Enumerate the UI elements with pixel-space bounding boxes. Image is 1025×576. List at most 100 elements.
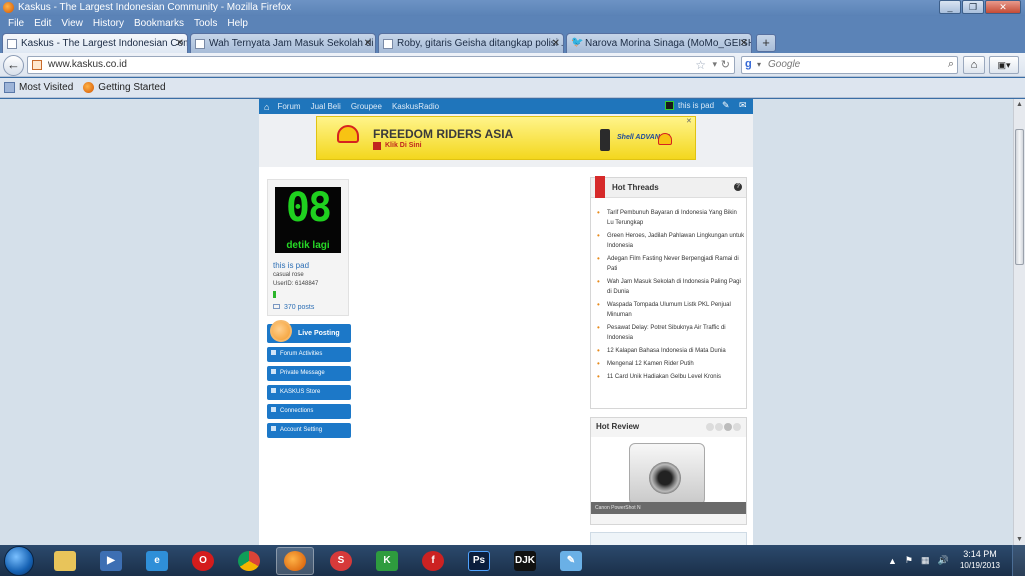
scroll-down-icon[interactable]: ▼ <box>1016 536 1023 543</box>
hot-thread-item[interactable]: Mengenal 12 Kamen Rider Putih <box>597 359 745 369</box>
home-icon[interactable]: ⌂ <box>264 102 269 112</box>
taskbar-chrome[interactable] <box>230 547 268 575</box>
taskbar-opera[interactable]: O <box>184 547 222 575</box>
scroll-up-icon[interactable]: ▲ <box>1016 101 1023 108</box>
next-ad-strip[interactable] <box>590 532 747 545</box>
menu-view[interactable]: View <box>56 16 88 31</box>
bookmark-label: Most Visited <box>19 82 74 93</box>
private-message-button[interactable]: Private Message <box>267 366 351 381</box>
taskbar-photoshop[interactable]: Ps <box>460 547 498 575</box>
page-scrollbar[interactable]: ▲ ▼ <box>1013 99 1025 545</box>
menu-file[interactable]: File <box>3 16 29 31</box>
tab-narova-morina[interactable]: 🐦 Narova Morina Sinaga (MoMo_GEISH... ✕ <box>566 33 752 53</box>
taskbar-internet-explorer[interactable]: e <box>138 547 176 575</box>
taskbar-speedy[interactable]: S <box>322 547 360 575</box>
kaskus-store-button[interactable]: KASKUS Store <box>267 385 351 400</box>
nav-jual-beli[interactable]: Jual Beli <box>311 102 341 111</box>
home-button[interactable]: ⌂ <box>963 56 985 74</box>
messages-icon[interactable]: ✉ <box>739 100 747 111</box>
account-setting-button[interactable]: Account Setting <box>267 423 351 438</box>
scroll-thumb[interactable] <box>1015 129 1024 265</box>
system-clock[interactable]: 3:14 PM 10/19/2013 <box>955 549 1005 570</box>
info-icon[interactable]: ? <box>734 183 742 191</box>
close-tab-icon[interactable]: ✕ <box>552 34 560 53</box>
button-label: Private Message <box>280 370 325 376</box>
close-ad-icon[interactable]: ✕ <box>686 117 692 125</box>
banner-cta[interactable]: Klik Di Sini <box>385 142 422 149</box>
site-identity-icon[interactable] <box>32 60 42 70</box>
hot-thread-item[interactable]: Adegan Film Fasting Never Berpengjadi Ra… <box>597 254 745 274</box>
avatar-caption: detik lagi <box>286 240 330 251</box>
bookmark-label: Getting Started <box>98 82 166 93</box>
url-text[interactable]: www.kaskus.co.id <box>48 59 127 70</box>
search-placeholder[interactable]: Google <box>768 59 800 70</box>
nav-username[interactable]: this is pad <box>678 101 714 110</box>
new-tab-button[interactable]: + <box>756 34 776 52</box>
taskbar-djk[interactable]: DJK <box>506 547 544 575</box>
carousel-dot[interactable] <box>715 423 723 431</box>
kaskus-app-icon: K <box>376 550 398 571</box>
google-engine-icon[interactable]: g <box>745 58 752 70</box>
hot-thread-item[interactable]: Tarif Pembunuh Bayaran di Indonesia Yang… <box>597 208 745 228</box>
close-tab-icon[interactable]: ✕ <box>364 34 372 53</box>
volume-icon[interactable]: 🔊 <box>938 555 949 566</box>
nav-forum[interactable]: Forum <box>277 102 300 111</box>
bookmark-most-visited[interactable]: Most Visited <box>4 82 73 93</box>
restore-button[interactable]: ❐ <box>962 0 984 14</box>
hot-thread-item[interactable]: 11 Card Unik Hadiakan Gelbu Level Kronis <box>597 372 745 382</box>
close-button[interactable]: ✕ <box>985 0 1021 14</box>
shell-banner-ad[interactable]: FREEDOM RIDERS ASIA Klik Di Sini Shell A… <box>316 116 696 160</box>
hot-thread-item[interactable]: 12 Kalapan Bahasa Indonesia di Mata Duni… <box>597 346 745 356</box>
tab-kaskus-home[interactable]: Kaskus - The Largest Indonesian Com... ✕ <box>2 33 188 53</box>
back-button[interactable]: ← <box>3 55 24 76</box>
bookmark-getting-started[interactable]: Getting Started <box>83 82 166 93</box>
menu-edit[interactable]: Edit <box>29 16 56 31</box>
tab-jam-masuk-sekolah[interactable]: Wah Ternyata Jam Masuk Sekolah di I... ✕ <box>190 33 376 53</box>
start-button[interactable] <box>4 545 34 576</box>
create-thread-icon[interactable]: ✎ <box>722 100 730 111</box>
tray-expand-icon[interactable]: ▲ <box>888 556 897 566</box>
close-tab-icon[interactable]: ✕ <box>740 34 748 53</box>
menu-history[interactable]: History <box>88 16 129 31</box>
taskbar-kaskus-app[interactable]: K <box>368 547 406 575</box>
avatar[interactable]: 08 detik lagi <box>275 187 341 253</box>
menu-tools[interactable]: Tools <box>189 16 222 31</box>
taskbar-media-player[interactable]: ▶ <box>92 547 130 575</box>
menu-bookmarks[interactable]: Bookmarks <box>129 16 189 31</box>
taskbar-paint[interactable]: ✎ <box>552 547 590 575</box>
taskbar-firefox[interactable] <box>276 546 314 575</box>
reload-icon[interactable]: ↻ <box>721 58 730 71</box>
bookmark-star-icon[interactable]: ☆ <box>695 58 706 72</box>
hot-thread-item[interactable]: Wah Jam Masuk Sekolah di Indonesia Palin… <box>597 277 745 297</box>
show-desktop-button[interactable] <box>1012 545 1025 576</box>
nav-kaskus-radio[interactable]: KaskusRadio <box>392 102 439 111</box>
carousel-dot-active[interactable] <box>724 423 732 431</box>
live-posting-button[interactable]: Live Posting <box>267 320 351 343</box>
network-icon[interactable]: ▦ <box>921 555 930 566</box>
engine-dropdown-icon[interactable]: ▾ <box>757 60 761 69</box>
review-image[interactable]: Canon PowerShot N <box>591 437 746 514</box>
taskbar-explorer[interactable] <box>46 547 84 575</box>
profile-username[interactable]: this is pad <box>273 261 309 270</box>
search-bar[interactable]: g ▾ Google ⌕ <box>741 56 958 74</box>
taskbar-flash[interactable]: f <box>414 547 452 575</box>
forum-activities-button[interactable]: Forum Activities <box>267 347 351 362</box>
url-dropdown-icon[interactable]: ▾ <box>712 59 717 70</box>
carousel-dot[interactable] <box>706 423 714 431</box>
nav-groupee[interactable]: Groupee <box>351 102 382 111</box>
hot-thread-item[interactable]: Green Heroes, Jadilah Pahlawan Lingkunga… <box>597 231 745 251</box>
minimize-button[interactable]: _ <box>939 0 961 14</box>
url-bar[interactable]: www.kaskus.co.id ☆ ▾ ↻ <box>27 56 735 74</box>
user-menu[interactable]: this is pad <box>665 101 714 110</box>
flag-icon[interactable]: ⚑ <box>905 555 913 566</box>
tab-roby-geisha[interactable]: Roby, gitaris Geisha ditangkap polisi ..… <box>378 33 564 53</box>
menu-help[interactable]: Help <box>222 16 253 31</box>
carousel-dot[interactable] <box>733 423 741 431</box>
close-tab-icon[interactable]: ✕ <box>176 34 184 53</box>
connections-button[interactable]: Connections <box>267 404 351 419</box>
hot-thread-item[interactable]: Pesawat Delay: Potret Sibuknya Air Traff… <box>597 323 745 343</box>
addon-button[interactable]: ▣▾ <box>989 56 1019 74</box>
search-icon[interactable]: ⌕ <box>948 58 954 71</box>
hot-thread-item[interactable]: Waspada Tompada Ulumum Listk PKL Penjual… <box>597 300 745 320</box>
profile-posts[interactable]: 370 posts <box>273 304 314 311</box>
